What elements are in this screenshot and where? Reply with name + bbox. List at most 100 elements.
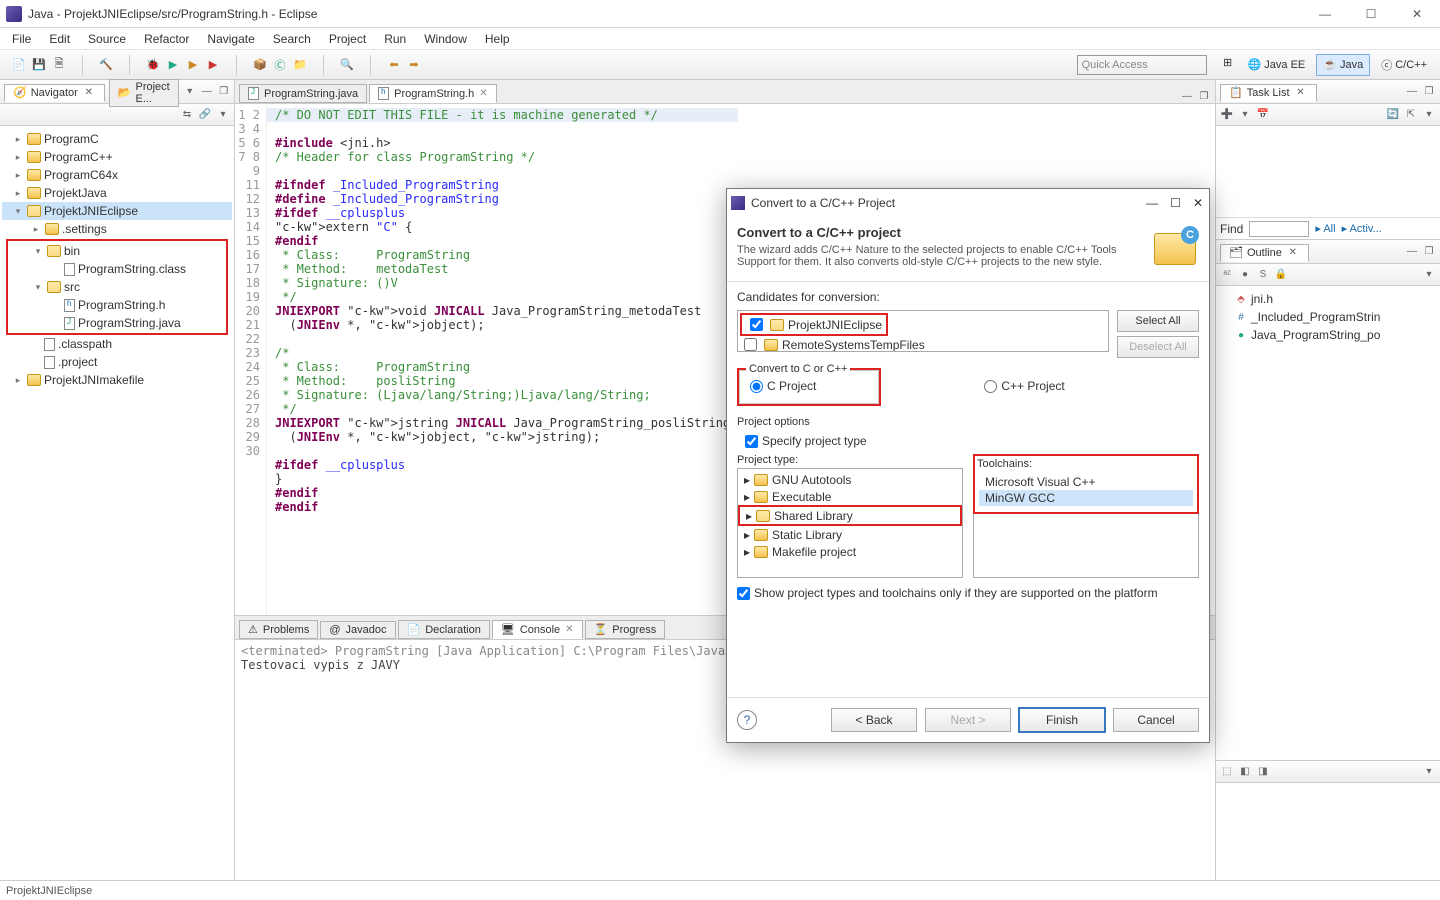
tree-item[interactable]: ProgramString.class bbox=[8, 260, 226, 278]
sort-icon[interactable]: ᵃᶻ bbox=[1220, 268, 1234, 282]
project-type-list[interactable]: ▸GNU Autotools ▸Executable ▸Shared Libra… bbox=[737, 468, 963, 578]
specify-type-checkbox[interactable]: Specify project type bbox=[745, 434, 1199, 448]
toolchain-item[interactable]: Microsoft Visual C++ bbox=[979, 474, 1193, 490]
next-button[interactable]: Next > bbox=[925, 708, 1011, 732]
view-dropdown-icon[interactable]: ▾ bbox=[1422, 108, 1436, 122]
view-menu-icon[interactable]: ▾ bbox=[183, 85, 197, 99]
icon[interactable]: ⬚ bbox=[1220, 765, 1234, 779]
task-new-icon[interactable]: ➕ bbox=[1220, 108, 1234, 122]
help-button[interactable]: ? bbox=[737, 710, 757, 730]
maximize-button[interactable]: ☐ bbox=[1348, 0, 1394, 28]
view-dropdown-icon[interactable]: ▾ bbox=[1422, 765, 1436, 779]
back-button[interactable]: < Back bbox=[831, 708, 917, 732]
tree-item[interactable]: ProgramString.java bbox=[8, 314, 226, 332]
hide-fields-icon[interactable]: ● bbox=[1238, 268, 1252, 282]
toolchains-list[interactable]: Microsoft Visual C++ MinGW GCC bbox=[977, 472, 1195, 510]
tree-item[interactable]: ▾src bbox=[8, 278, 226, 296]
menu-source[interactable]: Source bbox=[80, 30, 134, 48]
project-type-item[interactable]: ▸GNU Autotools bbox=[740, 471, 960, 488]
tree-item[interactable]: ▸.settings bbox=[2, 220, 232, 238]
minimize-button[interactable]: — bbox=[1302, 0, 1348, 28]
cancel-button[interactable]: Cancel bbox=[1113, 708, 1199, 732]
dialog-maximize-icon[interactable]: ☐ bbox=[1170, 196, 1181, 210]
tree-item[interactable]: .classpath bbox=[2, 335, 232, 353]
collapse-all-icon[interactable]: ⇆ bbox=[180, 108, 194, 122]
nav-fwd-icon[interactable]: ➡ bbox=[405, 56, 423, 74]
tree-item-selected[interactable]: ▾ProjektJNIEclipse bbox=[2, 202, 232, 220]
show-supported-checkbox[interactable]: Show project types and toolchains only i… bbox=[737, 586, 1199, 600]
code-area[interactable]: /* DO NOT EDIT THIS FILE - it is machine… bbox=[267, 104, 738, 615]
task-collapse-icon[interactable]: ⇱ bbox=[1404, 108, 1418, 122]
outline-item[interactable]: #_Included_ProgramStrin bbox=[1230, 308, 1438, 326]
project-type-item[interactable]: ▸Makefile project bbox=[740, 543, 960, 560]
minimize-view-icon[interactable]: — bbox=[1405, 245, 1419, 259]
project-type-item[interactable]: ▸Executable bbox=[740, 488, 960, 505]
menu-project[interactable]: Project bbox=[321, 30, 374, 48]
icon[interactable]: ◨ bbox=[1256, 765, 1270, 779]
c-project-radio[interactable]: C Project bbox=[750, 379, 868, 393]
view-dropdown-icon[interactable]: ▾ bbox=[216, 108, 230, 122]
new-class-icon[interactable]: Ⓒ bbox=[271, 56, 289, 74]
perspective-java-ee[interactable]: 🌐Java EE bbox=[1241, 54, 1313, 76]
task-schedule-icon[interactable]: 📅 bbox=[1256, 108, 1270, 122]
ext-tools-icon[interactable]: ▶ bbox=[204, 56, 222, 74]
perspective-java[interactable]: ☕Java bbox=[1316, 54, 1370, 76]
declaration-tab[interactable]: 📄 Declaration bbox=[398, 620, 490, 639]
link-icon[interactable]: 🔗 bbox=[198, 108, 212, 122]
menu-window[interactable]: Window bbox=[416, 30, 475, 48]
dialog-minimize-icon[interactable]: — bbox=[1146, 196, 1158, 210]
perspective-cpp[interactable]: ⓒC/C++ bbox=[1374, 54, 1434, 76]
minimize-view-icon[interactable]: — bbox=[1405, 85, 1419, 99]
navigator-tab[interactable]: 🧭 Navigator ✕ bbox=[4, 84, 105, 102]
tree-item[interactable]: ▸ProjektJNImakefile bbox=[2, 371, 232, 389]
run-icon[interactable]: ▶ bbox=[164, 56, 182, 74]
outline-tree[interactable]: ⬘jni.h #_Included_ProgramStrin ●Java_Pro… bbox=[1216, 286, 1440, 760]
save-icon[interactable]: 💾 bbox=[30, 56, 48, 74]
hide-static-icon[interactable]: S bbox=[1256, 268, 1270, 282]
tree-item[interactable]: ProgramString.h bbox=[8, 296, 226, 314]
minimize-view-icon[interactable]: — bbox=[200, 85, 214, 99]
tree-item[interactable]: ▸ProgramC++ bbox=[2, 148, 232, 166]
deselect-all-button[interactable]: Deselect All bbox=[1117, 336, 1199, 358]
close-icon[interactable]: ✕ bbox=[82, 86, 96, 100]
maximize-view-icon[interactable]: ❐ bbox=[1422, 85, 1436, 99]
candidate-item[interactable]: ProjektJNIEclipse bbox=[746, 316, 882, 333]
editor-tab[interactable]: ProgramString.java bbox=[239, 84, 367, 103]
task-category-icon[interactable]: ▾ bbox=[1238, 108, 1252, 122]
close-tab-icon[interactable]: ✕ bbox=[565, 624, 573, 635]
project-explorer-tab[interactable]: 📂 Project E... bbox=[109, 79, 179, 107]
menu-run[interactable]: Run bbox=[376, 30, 414, 48]
outline-tab[interactable]: 🗂 Outline ✕ bbox=[1220, 244, 1309, 262]
maximize-view-icon[interactable]: ❐ bbox=[217, 85, 231, 99]
close-button[interactable]: ✕ bbox=[1394, 0, 1440, 28]
task-sync-icon[interactable]: 🔄 bbox=[1386, 108, 1400, 122]
new-package-icon[interactable]: 📦 bbox=[251, 56, 269, 74]
candidate-checkbox[interactable] bbox=[744, 338, 757, 351]
tree-item[interactable]: ▸ProgramC bbox=[2, 130, 232, 148]
minimize-editor-icon[interactable]: — bbox=[1180, 89, 1194, 103]
select-all-button[interactable]: Select All bbox=[1117, 310, 1199, 332]
find-input[interactable] bbox=[1249, 221, 1309, 237]
project-type-item[interactable]: ▸Shared Library bbox=[742, 507, 958, 524]
nav-back-icon[interactable]: ⬅ bbox=[385, 56, 403, 74]
activate-link[interactable]: ▸ Activ... bbox=[1342, 222, 1382, 235]
cpp-project-radio[interactable]: C++ Project bbox=[984, 379, 1064, 393]
javadoc-tab[interactable]: @ Javadoc bbox=[320, 621, 395, 639]
quick-access-input[interactable]: Quick Access bbox=[1077, 55, 1207, 75]
close-icon[interactable]: ✕ bbox=[1286, 246, 1300, 260]
menu-help[interactable]: Help bbox=[477, 30, 518, 48]
debug-icon[interactable]: 🐞 bbox=[144, 56, 162, 74]
finish-button[interactable]: Finish bbox=[1019, 708, 1105, 732]
maximize-view-icon[interactable]: ❐ bbox=[1422, 245, 1436, 259]
console-tab[interactable]: 🖥 Console ✕ bbox=[492, 620, 583, 639]
problems-tab[interactable]: ⚠ Problems bbox=[239, 620, 318, 639]
icon[interactable]: ◧ bbox=[1238, 765, 1252, 779]
coverage-icon[interactable]: ▶ bbox=[184, 56, 202, 74]
outline-item[interactable]: ⬘jni.h bbox=[1230, 290, 1438, 308]
menu-edit[interactable]: Edit bbox=[41, 30, 78, 48]
candidate-checkbox[interactable] bbox=[750, 318, 763, 331]
tasklist-tab[interactable]: 📋 Task List ✕ bbox=[1220, 84, 1317, 102]
editor-tab-active[interactable]: ProgramString.h✕ bbox=[369, 84, 496, 103]
search-icon[interactable]: 🔍 bbox=[338, 56, 356, 74]
tree-item[interactable]: ▸ProgramC64x bbox=[2, 166, 232, 184]
